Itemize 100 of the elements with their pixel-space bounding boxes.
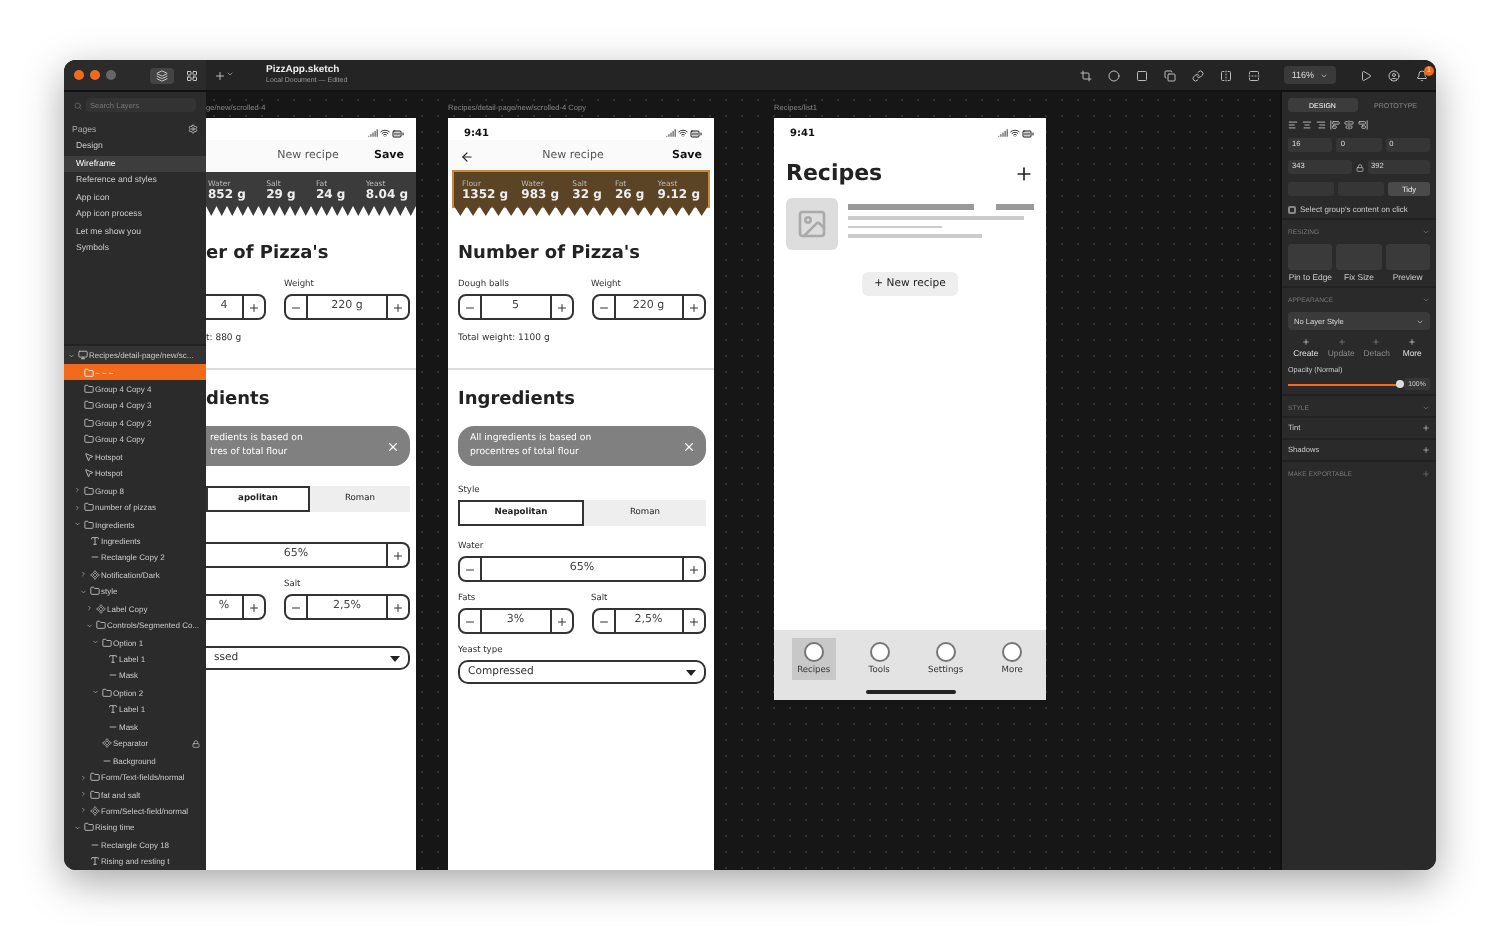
decrement-button[interactable]	[460, 296, 482, 318]
placeholder-line	[848, 225, 941, 228]
section-heading: Number of Pizza's	[458, 244, 643, 264]
wifi-icon	[1010, 127, 1020, 137]
decrement-button[interactable]	[286, 296, 308, 318]
line-icon	[101, 755, 111, 766]
placeholder-line	[848, 234, 982, 237]
circle-icon	[1002, 642, 1023, 662]
increment-button[interactable]	[386, 296, 408, 318]
line-icon	[107, 670, 117, 681]
folder-icon	[83, 519, 93, 530]
back-arrow-icon[interactable]	[460, 149, 474, 163]
plus-icon	[392, 549, 404, 561]
grid-icon	[186, 69, 198, 81]
minus-icon	[464, 615, 476, 627]
chevron-down-icon	[80, 587, 87, 596]
add-icon[interactable]	[1014, 163, 1034, 183]
crop-icon	[1079, 69, 1092, 81]
close-button[interactable]	[74, 70, 84, 80]
minus-icon	[290, 301, 302, 313]
align-left-icon[interactable]	[1288, 120, 1298, 130]
folder-icon	[83, 400, 93, 411]
close-icon[interactable]	[386, 439, 400, 453]
folder-icon	[83, 434, 93, 445]
symbol-icon	[89, 569, 99, 580]
add-icon[interactable]	[1422, 424, 1430, 432]
settings-icon[interactable]	[188, 124, 198, 134]
minus-icon	[464, 301, 476, 313]
checkbox[interactable]	[1288, 205, 1296, 213]
placeholder-line	[996, 204, 1034, 210]
circle-icon	[935, 642, 956, 662]
chevron-down-icon	[92, 688, 99, 697]
section-heading: dients	[206, 390, 272, 410]
placeholder-line	[848, 204, 975, 210]
increment-button[interactable]	[386, 544, 408, 566]
folder-icon	[101, 687, 111, 698]
flip-icon	[1247, 69, 1260, 81]
copy-icon	[1163, 69, 1176, 81]
wifi-icon	[678, 127, 688, 137]
folder-icon	[101, 637, 111, 648]
layers-toggle[interactable]	[150, 67, 174, 83]
align-middle-icon[interactable]	[1344, 120, 1354, 130]
signal-icon	[368, 127, 378, 137]
folder-icon	[89, 789, 99, 800]
chevron-down-icon	[68, 351, 75, 360]
folder-icon	[83, 485, 93, 496]
plus-icon	[555, 301, 567, 313]
dropdown-triangle-icon	[390, 655, 400, 661]
add-icon[interactable]	[1422, 446, 1430, 454]
plus-icon	[1301, 338, 1310, 346]
align-bottom-icon[interactable]	[1358, 120, 1368, 130]
increment-button[interactable]	[549, 296, 571, 318]
increment-button[interactable]	[549, 610, 571, 632]
align-right-icon[interactable]	[1316, 120, 1326, 130]
plus-icon	[214, 69, 226, 81]
plus-icon	[1408, 338, 1417, 346]
symbol-icon	[101, 738, 111, 749]
chevron-down-icon	[74, 823, 81, 832]
signal-icon	[666, 127, 676, 137]
text-icon	[89, 856, 99, 867]
increment-button[interactable]	[242, 296, 264, 318]
dropdown-triangle-icon	[686, 669, 696, 675]
plus-icon	[392, 301, 404, 313]
plus-icon	[688, 615, 700, 627]
minus-icon	[597, 301, 609, 313]
battery-icon	[392, 127, 404, 139]
align-top-icon[interactable]	[1330, 120, 1340, 130]
minimize-button[interactable]	[90, 70, 100, 80]
increment-button[interactable]	[242, 596, 264, 618]
zoom-button[interactable]	[106, 70, 116, 80]
minus-icon	[290, 601, 302, 613]
plus-icon	[248, 601, 260, 613]
increment-button[interactable]	[682, 558, 704, 580]
line-icon	[89, 552, 99, 563]
lock-icon[interactable]	[1355, 163, 1363, 171]
decrement-button[interactable]	[286, 596, 308, 618]
close-icon[interactable]	[682, 439, 696, 453]
increment-button[interactable]	[386, 596, 408, 618]
decrement-button[interactable]	[460, 558, 482, 580]
artboard-icon	[77, 350, 87, 361]
plus-icon	[248, 301, 260, 313]
decrement-button[interactable]	[460, 610, 482, 632]
circle-icon	[869, 642, 890, 662]
chevron-down-icon	[74, 520, 81, 529]
line-icon	[107, 721, 117, 732]
play-icon	[1360, 69, 1372, 81]
plus-icon	[688, 563, 700, 575]
circle-icon	[803, 642, 824, 662]
text-icon	[107, 654, 117, 665]
increment-button[interactable]	[682, 296, 704, 318]
folder-icon	[83, 384, 93, 395]
folder-icon	[95, 620, 105, 631]
layers-icon	[156, 69, 168, 81]
section-heading: Ingredients	[458, 390, 577, 410]
signal-icon	[998, 127, 1008, 137]
page-title: Recipes	[786, 160, 883, 186]
text-icon	[107, 704, 117, 715]
align-center-icon[interactable]	[1302, 120, 1312, 130]
slider-thumb[interactable]	[1396, 380, 1404, 388]
increment-button[interactable]	[682, 610, 704, 632]
